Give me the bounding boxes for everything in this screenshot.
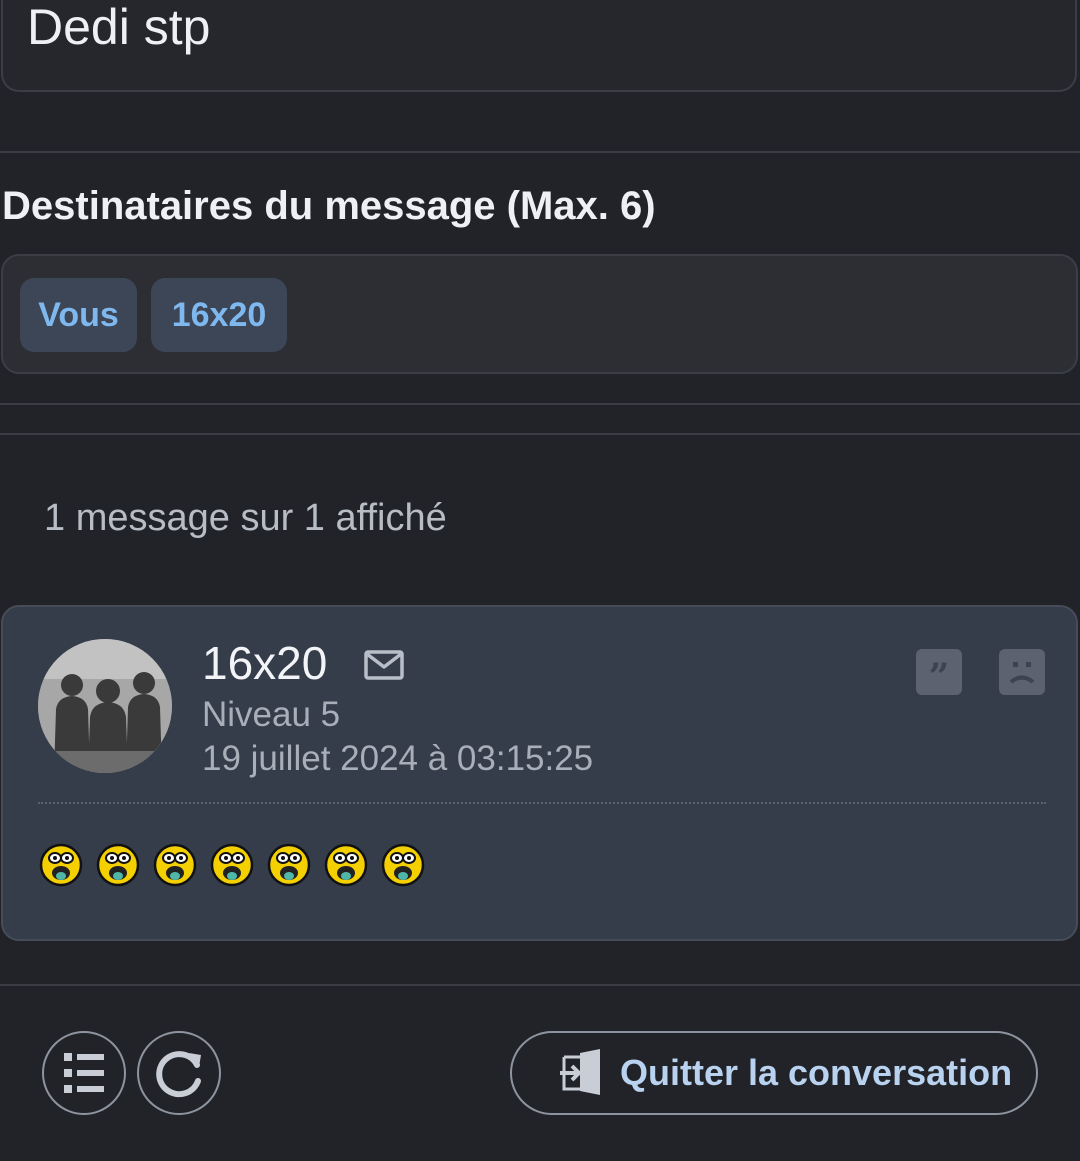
- drooling-smiley-icon: [210, 843, 254, 887]
- message-date: 19 juillet 2024 à 03:15:25: [202, 739, 594, 778]
- quit-conversation-label: Quitter la conversation: [620, 1052, 1013, 1093]
- quote-icon: ”: [929, 656, 950, 695]
- drooling-smiley-icon: [381, 843, 425, 887]
- recipient-chip-16x20[interactable]: 16x20: [151, 278, 287, 352]
- recipient-chip-vous[interactable]: Vous: [20, 278, 137, 352]
- conversation-subject: Dedi stp: [27, 0, 211, 55]
- report-button[interactable]: [999, 649, 1045, 695]
- drooling-smiley-icon: [267, 843, 311, 887]
- refresh-icon: [156, 1051, 201, 1098]
- drooling-smiley-icon: [153, 843, 197, 887]
- divider: [0, 151, 1080, 153]
- divider: [0, 433, 1080, 435]
- refresh-button[interactable]: [137, 1031, 221, 1115]
- divider: [0, 403, 1080, 405]
- svg-text:”: ”: [929, 656, 950, 695]
- message-card: 16x20 Niveau 5 19 juillet 2024 à 03:15:2…: [1, 605, 1078, 941]
- drooling-smiley-icon: [324, 843, 368, 887]
- report-icon: [1009, 662, 1035, 684]
- quote-button[interactable]: ”: [916, 649, 962, 695]
- exit-door-icon: [560, 1049, 600, 1095]
- conversation-page: Dedi stp Destinataires du message (Max. …: [0, 0, 1080, 1161]
- author-level: Niveau 5: [202, 695, 341, 734]
- mail-icon[interactable]: [364, 649, 404, 681]
- messages-count: 1 message sur 1 affiché: [44, 497, 447, 539]
- drooling-smiley-icon: [96, 843, 140, 887]
- list-icon: [64, 1053, 104, 1093]
- avatar[interactable]: [38, 639, 172, 773]
- drooling-smiley-icon: [39, 843, 83, 887]
- subject-box: Dedi stp: [1, 0, 1077, 92]
- message-separator: [38, 802, 1046, 804]
- quit-conversation-button[interactable]: Quitter la conversation: [510, 1031, 1038, 1115]
- conversation-list-button[interactable]: [42, 1031, 126, 1115]
- author-name[interactable]: 16x20: [202, 635, 327, 691]
- recipients-title: Destinataires du message (Max. 6): [2, 184, 656, 228]
- divider: [0, 984, 1080, 986]
- recipients-box: Vous 16x20: [1, 254, 1078, 374]
